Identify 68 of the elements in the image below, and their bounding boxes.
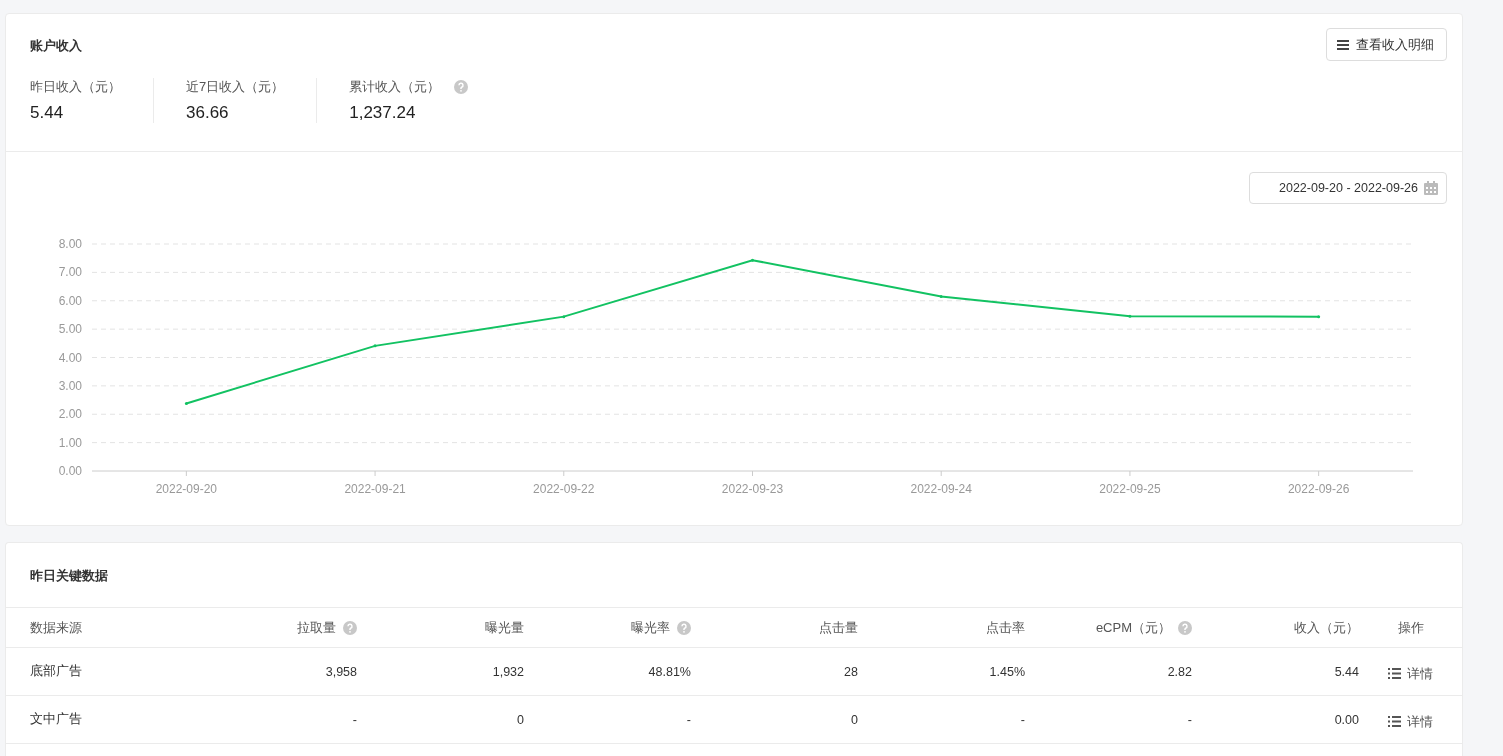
section-title: 昨日关键数据 [6, 543, 1462, 608]
help-icon[interactable] [677, 620, 691, 635]
table-cell: - [1020, 712, 1025, 727]
axis-label: 5.00 [58, 322, 82, 337]
column-header: 曝光率 [631, 618, 670, 637]
data-point [373, 344, 377, 348]
table-cell: 2.82 [1167, 664, 1192, 679]
stat-value: 1,237.24 [349, 103, 417, 123]
column-header: 点击量 [819, 618, 858, 637]
menu-icon [1337, 39, 1349, 50]
column-header: 曝光量 [485, 618, 524, 637]
data-point [184, 401, 188, 405]
axis-label: 2022-09-23 [721, 482, 784, 496]
axis-label: 3.00 [58, 378, 82, 393]
table-cell: 28 [844, 664, 858, 679]
data-point [1128, 314, 1132, 318]
list-icon [1388, 668, 1401, 679]
table-cell: 0 [851, 712, 858, 727]
help-icon[interactable] [454, 80, 469, 94]
stat-label: 昨日收入（元） [30, 78, 121, 96]
axis-label: 2.00 [58, 407, 82, 422]
column-header: 数据来源 [30, 618, 82, 637]
table-cell: - [1187, 712, 1192, 727]
axis-label: 8.00 [58, 237, 82, 251]
column-header: 点击率 [986, 618, 1025, 637]
section-title: 账户收入 [30, 36, 82, 55]
column-header: eCPM（元） [1095, 618, 1171, 637]
detail-link[interactable]: 详情 [1388, 660, 1433, 683]
axis-label: 2022-09-24 [910, 482, 972, 496]
income-detail-button[interactable]: 查看收入明细 [1326, 28, 1447, 61]
data-point [1317, 315, 1321, 319]
axis-label: 2022-09-22 [533, 482, 595, 496]
table-cell: - [686, 712, 691, 727]
stat-label: 累计收入（元） [349, 78, 441, 96]
data-point [751, 258, 754, 262]
stat-value: 5.44 [30, 103, 65, 123]
table-cell: 1.45% [989, 664, 1025, 679]
table-cell: - [352, 712, 357, 727]
help-icon[interactable] [343, 620, 357, 635]
table-cell: 底部广告 [30, 663, 82, 680]
table-cell: 文中广告 [30, 711, 82, 728]
table-cell: 0.00 [1334, 712, 1359, 727]
axis-label: 6.00 [58, 293, 82, 308]
data-point [562, 315, 566, 319]
detail-link[interactable]: 详情 [1388, 708, 1433, 731]
stat-value: 36.66 [186, 103, 230, 123]
table-cell: 1,932 [492, 664, 524, 679]
column-header: 拉取量 [297, 618, 336, 637]
table-cell: 3,958 [325, 664, 357, 679]
table-cell: 48.81% [648, 664, 691, 679]
axis-label: 4.00 [58, 350, 82, 365]
stat-label: 近7日收入（元） [186, 78, 285, 96]
axis-label: 2022-09-20 [155, 482, 218, 496]
list-icon [1388, 716, 1401, 727]
table-cell: 5.44 [1334, 664, 1359, 679]
axis-label: 2022-09-21 [344, 482, 406, 496]
axis-label: 2022-09-26 [1287, 482, 1350, 496]
table-cell: 0 [517, 712, 524, 727]
data-point [939, 295, 943, 298]
axis-label: 0.00 [58, 464, 82, 478]
calendar-icon [1424, 181, 1438, 195]
column-header: 操作 [1397, 618, 1424, 637]
axis-label: 2022-09-25 [1099, 482, 1161, 496]
column-header: 收入（元） [1294, 618, 1359, 637]
axis-label: 1.00 [58, 435, 82, 450]
axis-label: 7.00 [58, 265, 82, 280]
date-range-picker[interactable]: 2022-09-20 - 2022-09-26 [1249, 172, 1447, 204]
help-icon[interactable] [1178, 620, 1192, 635]
